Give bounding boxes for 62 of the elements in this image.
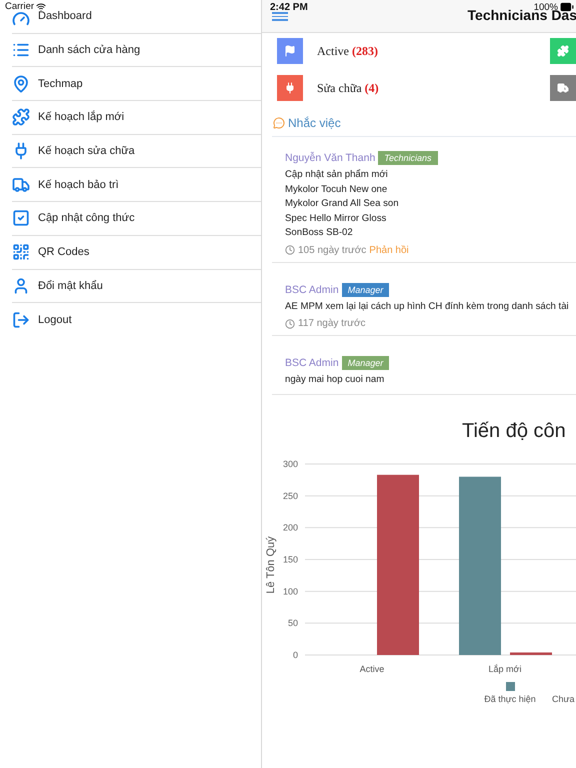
author-name: BSC Admin: [285, 357, 339, 369]
gauge-icon: [12, 10, 30, 28]
qr-code-icon: [12, 243, 30, 262]
role-tag: Manager: [342, 282, 390, 296]
summary-label: Sửa chữa (4): [317, 80, 379, 96]
sidebar-item[interactable]: Kế hoạch bảo trì: [12, 168, 261, 202]
summary-label: Active (283): [317, 44, 378, 58]
sidebar-item[interactable]: Logout: [12, 303, 261, 337]
x-tick-label: Lắp mới: [488, 664, 522, 674]
y-tick-label: 300: [282, 459, 298, 469]
message-time: 105 ngày trước: [298, 244, 366, 256]
chart-title: Tiến độ côn: [462, 420, 566, 442]
message-text: ngày mai hop cuoi nam: [285, 373, 386, 387]
sidebar-item[interactable]: Dashboard: [12, 10, 261, 34]
clock-icon: [285, 245, 295, 255]
logout-icon: [12, 311, 30, 330]
legend-swatch: [506, 682, 515, 691]
user-icon: [12, 276, 30, 295]
message-text: Cập nhật sản phẩm mới: [285, 168, 389, 182]
carrier-label: Carrier: [5, 1, 34, 12]
y-tick-label: 100: [282, 586, 298, 596]
y-tick-label: 200: [282, 522, 298, 533]
y-tick-label: 0: [292, 650, 298, 660]
role-tag: Technicians: [378, 151, 438, 165]
message-text: SonBoss SB-02: [285, 226, 354, 240]
chat-icon: [273, 117, 285, 129]
sidebar-item[interactable]: Đổi mật khẩu: [12, 270, 261, 304]
message-time: 117 ngày trước: [298, 318, 366, 329]
flag-icon[interactable]: [277, 38, 303, 64]
checkbox-icon: [12, 209, 30, 228]
y-tick-label: 50: [288, 618, 298, 628]
role-tag: Manager: [342, 356, 390, 370]
sidebar-item[interactable]: Danh sách cửa hàng: [12, 34, 261, 68]
author-name: Nguyễn Văn Thanh: [285, 152, 376, 164]
truck-icon[interactable]: [550, 75, 576, 101]
author-name: BSC Admin: [285, 284, 339, 296]
x-tick-label: Active: [360, 664, 384, 674]
sidebar-item[interactable]: Cập nhật công thức: [12, 202, 261, 236]
y-axis-label: Lê Tôn Quý: [265, 536, 277, 594]
truck-icon: [12, 176, 30, 194]
sidebar-item[interactable]: Kế hoạch lắp mới: [12, 101, 261, 135]
sidebar-item[interactable]: Techmap: [12, 67, 261, 102]
status-time: 2:42 PM: [270, 2, 308, 13]
puzzle-icon[interactable]: [550, 38, 576, 64]
message-text: Spec Hello Mirror Gloss: [285, 212, 388, 226]
map-pin-icon: [12, 74, 30, 93]
menu-icon[interactable]: [272, 12, 288, 20]
wifi-icon: [36, 2, 46, 12]
sidebar-item[interactable]: QR Codes: [12, 236, 261, 270]
clock-icon: [285, 318, 295, 328]
legend-label: Chưa: [552, 694, 575, 704]
bar: [510, 652, 552, 655]
message-text: AE MPM xem lại lại cách up hình CH đính kèm trong danh sách tài: [285, 300, 570, 314]
message-text: Mykolor Grand All Sea son: [285, 197, 400, 211]
section-title: Nhắc việc: [288, 116, 341, 130]
sidebar-item[interactable]: Kế hoạch sửa chữa: [12, 134, 261, 168]
y-tick-label: 250: [282, 490, 298, 501]
legend-label: Đã thực hiện: [484, 694, 536, 704]
puzzle-icon: [12, 108, 30, 126]
message-text: Mykolor Tocuh New one: [285, 182, 388, 196]
y-tick-label: 150: [282, 554, 298, 564]
plug-icon[interactable]: [277, 75, 303, 101]
